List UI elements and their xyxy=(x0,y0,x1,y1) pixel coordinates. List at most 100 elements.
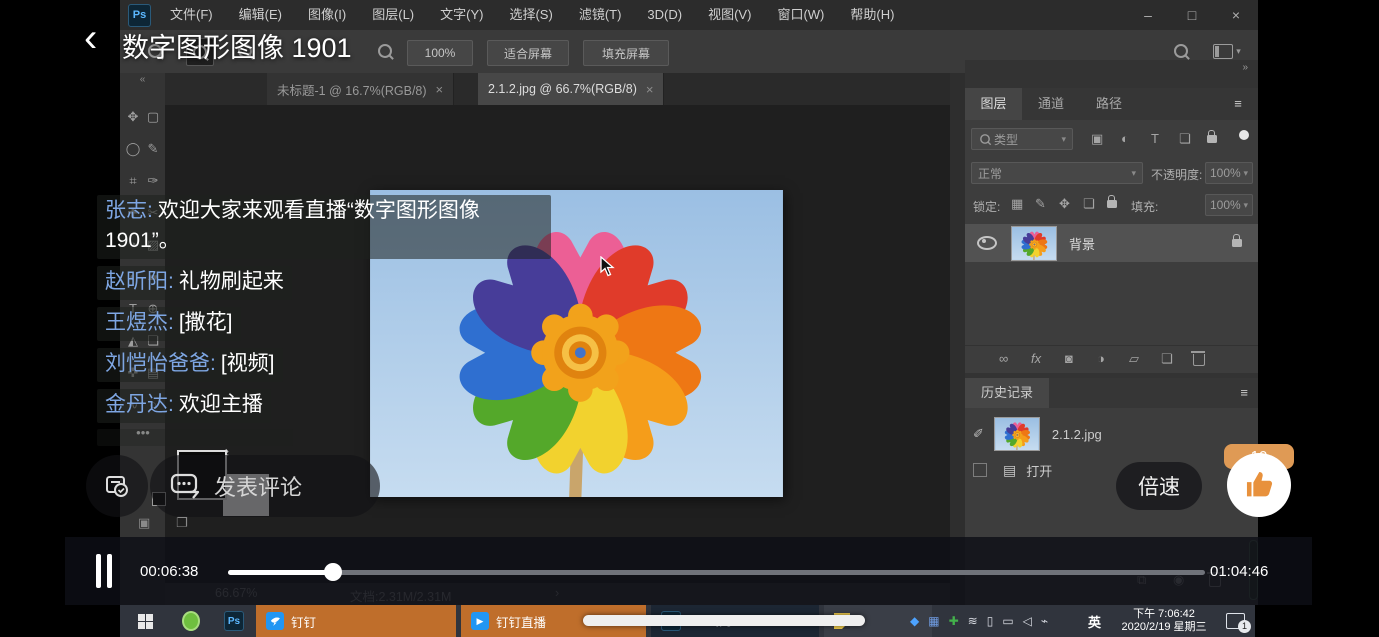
close-button[interactable]: × xyxy=(1214,0,1258,30)
pause-button[interactable] xyxy=(93,554,115,588)
action-center-icon[interactable]: 1 xyxy=(1226,613,1245,629)
history-step-open-row[interactable]: ▤ 打开 xyxy=(965,456,1258,484)
chat-message: 金丹达:欢迎主播 xyxy=(97,389,271,423)
start-button[interactable] xyxy=(128,605,166,637)
menu-item-3d[interactable]: 3D(D) xyxy=(634,0,695,30)
lock-position-icon[interactable]: ✥ xyxy=(1059,196,1070,212)
tab-channels[interactable]: 通道 xyxy=(1022,88,1080,120)
app-grid-tray-icon[interactable]: ▦ xyxy=(928,605,939,637)
history-brush-source-icon[interactable]: ✐ xyxy=(973,426,984,442)
tab-untitled-1[interactable]: 未标题-1 @ 16.7%(RGB/8) × xyxy=(267,73,454,105)
tab-close-icon[interactable]: × xyxy=(436,82,444,97)
chat-username[interactable]: 刘恺怡爸爸: xyxy=(105,352,216,375)
filter-kind-adjustment-icon[interactable]: ◐ xyxy=(1121,131,1129,147)
menu-item-select[interactable]: 选择(S) xyxy=(496,0,565,30)
chat-username[interactable]: 金丹达: xyxy=(105,393,174,416)
usb-device-icon[interactable]: ▯ xyxy=(987,605,994,637)
lock-all-icon[interactable] xyxy=(1107,200,1117,208)
lock-transparent-icon[interactable]: ▦ xyxy=(1011,196,1023,212)
chat-text: 礼物刷起来 xyxy=(179,270,284,293)
zoom-scrubby-icon[interactable] xyxy=(372,38,398,64)
taskbar-dingtalk-button[interactable]: 钉钉 xyxy=(256,605,456,637)
blend-mode-select[interactable]: 正常 ▾ xyxy=(971,162,1143,184)
tool-eyedropper-icon[interactable]: ✑ xyxy=(144,171,162,191)
tool-crop-icon[interactable]: ⌗ xyxy=(124,171,142,191)
tool-lasso-icon[interactable]: ◯ xyxy=(124,139,142,159)
opacity-select[interactable]: 100% ▾ xyxy=(1205,162,1253,184)
post-comment-button[interactable]: 发表评论 xyxy=(150,455,380,517)
pin-tray-icon[interactable]: ⌁ xyxy=(1041,605,1048,637)
panel-menu-icon[interactable]: ≡ xyxy=(1240,378,1248,408)
layer-filter-select[interactable]: 类型 ▾ xyxy=(971,128,1073,150)
zoom-value-button[interactable]: 100% xyxy=(407,40,473,66)
lock-artboard-icon[interactable]: ❏ xyxy=(1083,196,1095,212)
layer-thumbnail[interactable] xyxy=(1011,226,1057,261)
layers-panel-body: 类型 ▾ ▣ ◐ T ❏ 正常 ▾ 不透明度: 100% ▾ xyxy=(965,120,1258,373)
lock-pixels-icon[interactable]: ✎ xyxy=(1035,196,1046,212)
menu-item-filter[interactable]: 滤镜(T) xyxy=(566,0,635,30)
filter-kind-shape-icon[interactable]: ❏ xyxy=(1179,131,1191,147)
dingtalk-tray-icon[interactable]: ◆ xyxy=(910,605,919,637)
layer-name[interactable]: 背景 xyxy=(1069,234,1095,253)
filter-kind-smartobject-icon[interactable] xyxy=(1207,135,1217,143)
quick-mask-icon[interactable]: ▣ xyxy=(138,515,150,531)
menu-item-type[interactable]: 文字(Y) xyxy=(427,0,496,30)
fill-screen-button[interactable]: 填充屏幕 xyxy=(583,40,669,66)
new-layer-icon[interactable]: ❏ xyxy=(1161,351,1173,367)
chat-username[interactable]: 王煜杰: xyxy=(105,311,174,334)
playback-speed-button[interactable]: 倍速 xyxy=(1116,462,1202,510)
tool-quick-select-icon[interactable]: ✎ xyxy=(144,139,162,159)
minimize-button[interactable]: – xyxy=(1126,0,1170,30)
volume-icon[interactable]: ◁ xyxy=(1023,605,1032,637)
filter-toggle-icon[interactable] xyxy=(1239,130,1249,140)
tool-move-icon[interactable]: ✥ xyxy=(124,107,142,127)
layer-row-background[interactable]: 背景 xyxy=(965,224,1258,262)
tab-layers[interactable]: 图层 xyxy=(965,88,1022,120)
fit-screen-button[interactable]: 适合屏幕 xyxy=(487,40,569,66)
dingtalk-icon xyxy=(266,612,284,630)
tab-history[interactable]: 历史记录 xyxy=(965,378,1049,408)
seek-handle[interactable] xyxy=(324,563,342,581)
tab-212-jpg[interactable]: 2.1.2.jpg @ 66.7%(RGB/8) × xyxy=(478,73,664,105)
back-chevron-icon[interactable]: ‹ xyxy=(84,18,97,58)
taskbar-clock[interactable]: 下午 7:06:42 2020/2/19 星期三 xyxy=(1108,608,1220,634)
history-snapshot-row[interactable]: ✐ 2.1.2.jpg xyxy=(965,416,1258,452)
tool-marquee-icon[interactable]: ▢ xyxy=(144,107,162,127)
menu-item-layer[interactable]: 图层(L) xyxy=(359,0,427,30)
restore-button[interactable]: □ xyxy=(1170,0,1214,30)
home-indicator[interactable] xyxy=(583,615,865,626)
layer-mask-icon[interactable]: ◙ xyxy=(1065,351,1073,367)
fill-select[interactable]: 100% ▾ xyxy=(1205,194,1253,216)
layer-style-fx-icon[interactable]: fx xyxy=(1031,351,1041,367)
adjustment-layer-icon[interactable]: ◑ xyxy=(1097,351,1105,367)
security-shield-tray-icon[interactable]: ✚ xyxy=(949,605,959,637)
menu-item-view[interactable]: 视图(V) xyxy=(695,0,764,30)
menu-item-help[interactable]: 帮助(H) xyxy=(837,0,907,30)
filter-kind-image-icon[interactable]: ▣ xyxy=(1091,131,1103,147)
layer-group-icon[interactable]: ▱ xyxy=(1129,351,1139,367)
history-snapshot-thumbnail[interactable] xyxy=(994,417,1040,451)
toolbox-collapse-icon[interactable]: « xyxy=(120,73,165,87)
hardware-tray-icon[interactable]: ▭ xyxy=(1002,605,1013,637)
dock-collapse-icon[interactable]: » xyxy=(1242,62,1248,73)
network-signal-icon[interactable]: ≋ xyxy=(968,605,978,637)
ime-indicator[interactable]: 英 xyxy=(1078,605,1108,637)
screen-mode-icon[interactable]: ❐ xyxy=(176,515,188,531)
seek-bar[interactable] xyxy=(228,570,1205,575)
tab-paths[interactable]: 路径 xyxy=(1080,88,1138,120)
chat-username[interactable]: 赵昕阳: xyxy=(105,270,174,293)
history-step-checkbox[interactable] xyxy=(973,463,987,477)
taskbar-browser-button[interactable] xyxy=(172,605,210,637)
chat-username[interactable]: 张志: xyxy=(105,199,153,222)
sign-in-button[interactable] xyxy=(86,455,148,517)
taskbar-photoshop-button[interactable]: Ps xyxy=(214,605,252,637)
like-button[interactable] xyxy=(1227,453,1291,517)
live-video-icon: ▶ xyxy=(471,612,489,630)
link-layers-icon[interactable]: ∞ xyxy=(999,351,1008,367)
menu-item-window[interactable]: 窗口(W) xyxy=(764,0,837,30)
layer-visibility-eye-icon[interactable] xyxy=(977,236,997,250)
filter-kind-type-icon[interactable]: T xyxy=(1151,131,1159,147)
delete-layer-icon[interactable] xyxy=(1193,354,1205,366)
tab-close-icon[interactable]: × xyxy=(646,82,654,97)
panel-menu-icon[interactable]: ≡ xyxy=(1226,88,1250,120)
